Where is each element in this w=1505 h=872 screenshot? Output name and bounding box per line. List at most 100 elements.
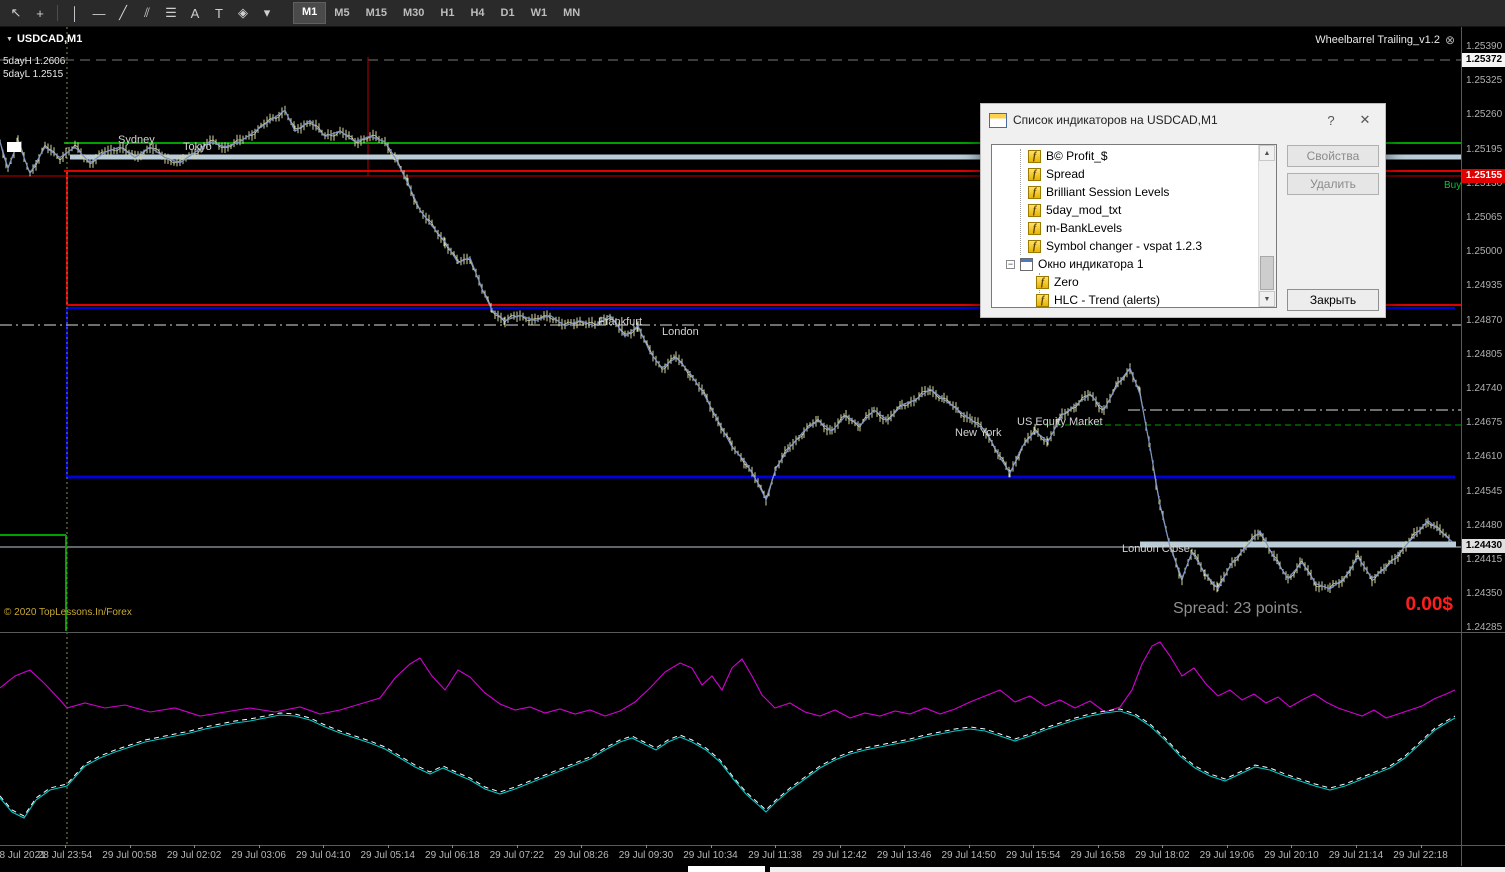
- time-label: 29 Jul 11:38: [748, 850, 802, 861]
- dialog-help-button[interactable]: ?: [1317, 107, 1345, 133]
- indicators-dialog-icon: [989, 112, 1007, 128]
- time-label: 29 Jul 06:18: [425, 850, 480, 861]
- price-label: 1.25065: [1466, 212, 1503, 223]
- pane-separator[interactable]: [0, 632, 1505, 633]
- oscillator-signal-path: [0, 708, 1456, 817]
- time-label: 29 Jul 04:10: [295, 850, 351, 861]
- price-scale[interactable]: 1.25390 1.25325 1.25260 1.25195 1.25130 1.250…: [1461, 27, 1505, 866]
- time-label: 29 Jul 12:42: [812, 850, 867, 861]
- scroll-up-icon[interactable]: ▲: [1259, 145, 1275, 161]
- ea-remove-icon[interactable]: ⊗: [1445, 33, 1455, 47]
- indicator-f-icon: f: [1028, 185, 1041, 199]
- price-label: 1.24935: [1466, 280, 1503, 292]
- price-label: 1.25390: [1466, 41, 1503, 52]
- price-label: 1.24870: [1466, 314, 1503, 326]
- price-label: 1.25000: [1466, 246, 1503, 258]
- time-tick: [194, 845, 196, 848]
- time-tick: [129, 845, 131, 848]
- bottom-window-edge: [688, 866, 765, 872]
- time-label: 29 Jul 21:14: [1328, 850, 1384, 861]
- bottom-window-edge-2: [770, 867, 1505, 872]
- time-label: 29 Jul 20:10: [1264, 850, 1319, 861]
- tree-expander-icon[interactable]: −: [1006, 259, 1015, 269]
- oscillator-cyan-path: [0, 710, 1456, 819]
- indicator-f-icon: f: [1028, 221, 1041, 235]
- dialog-titlebar[interactable]: Список индикаторов на USDCAD,M1 ? ✕: [981, 104, 1385, 136]
- price-label: 1.25325: [1466, 75, 1503, 87]
- time-label: 29 Jul 09:30: [618, 850, 674, 861]
- indicator-item-label: Spread: [1046, 167, 1085, 181]
- time-tick: [775, 845, 777, 848]
- price-label: 1.24415: [1466, 554, 1503, 565]
- time-label: 29 Jul 08:26: [554, 850, 609, 861]
- indicator-item-label: Окно индикатора 1: [1038, 257, 1144, 271]
- indicators-list-dialog: Список индикаторов на USDCAD,M1 ? ✕ f B© …: [980, 103, 1386, 318]
- time-tick: [839, 845, 841, 848]
- list-scrollbar[interactable]: ▲ ▼: [1258, 145, 1276, 307]
- current-price-badge: 1.25155: [1462, 169, 1505, 183]
- time-tick: [1356, 845, 1357, 848]
- indicator-f-icon: f: [1036, 275, 1049, 289]
- time-label: 29 Jul 00:58: [102, 850, 157, 861]
- time-tick: [1162, 845, 1164, 848]
- time-label: 29 Jul 19:06: [1199, 850, 1255, 861]
- price-label: 1.24545: [1466, 485, 1503, 497]
- scroll-thumb[interactable]: [1260, 256, 1274, 290]
- time-label: 29 Jul 16:58: [1070, 850, 1126, 861]
- price-label: 1.24805: [1466, 348, 1503, 360]
- indicator-item-brilliant-session-levels[interactable]: f Brilliant Session Levels: [992, 183, 1259, 201]
- indicator-f-icon: f: [1028, 167, 1041, 181]
- time-tick: [258, 845, 260, 848]
- price-label: 1.24675: [1466, 417, 1503, 429]
- time-axis[interactable]: 28 Jul 202128 Jul 23:5429 Jul 00:5829 Ju…: [0, 845, 1505, 866]
- time-tick: [1291, 845, 1293, 848]
- bank-levels-marker[interactable]: [7, 142, 21, 152]
- time-tick: [710, 845, 712, 848]
- indicator-item-b-profit[interactable]: f B© Profit_$: [992, 147, 1259, 165]
- london-close-price-badge: 1.24430: [1462, 539, 1505, 553]
- mt4-window: ↖ + │ — ╱ ⫽ ☰ A T ◈ ▾ M1 M5 M15 M30 H1 H4 D1 W1 MN ▼ USDCA…: [0, 0, 1505, 872]
- time-label: 29 Jul 07:22: [489, 850, 545, 861]
- indicator-f-icon: f: [1028, 203, 1041, 217]
- dialog-title: Список индикаторов на USDCAD,M1: [1013, 113, 1218, 127]
- indicators-listbox: f B© Profit_$ f Spread f Brilliant Session Le…: [991, 144, 1277, 308]
- time-tick: [1033, 845, 1035, 848]
- time-tick: [516, 845, 518, 848]
- indicator-item-spread[interactable]: f Spread: [992, 165, 1259, 183]
- price-label: 1.24740: [1466, 383, 1503, 394]
- time-label: 29 Jul 05:14: [360, 850, 416, 861]
- time-tick: [452, 845, 454, 848]
- open-price-badge: 1.25372: [1462, 53, 1505, 67]
- price-label: 1.24610: [1466, 451, 1503, 463]
- oscillator-magenta-path: [0, 641, 1456, 719]
- time-tick: [1226, 845, 1228, 848]
- time-tick: [645, 845, 647, 848]
- indicator-item-zero[interactable]: f Zero: [992, 273, 1259, 291]
- time-tick: [323, 845, 325, 848]
- time-label: 29 Jul 03:06: [231, 850, 286, 861]
- indicator-item-m-banklevels[interactable]: f m-BankLevels: [992, 219, 1259, 237]
- price-label: 1.24480: [1466, 519, 1503, 531]
- indicator-item-symbol-changer-vspat-1-2-3[interactable]: f Symbol changer - vspat 1.2.3: [992, 237, 1259, 255]
- indicator-item-окно-индикатора-1[interactable]: − Окно индикатора 1: [992, 255, 1259, 273]
- indicator-item-hlc-trend-alerts[interactable]: f HLC - Trend (alerts): [992, 291, 1259, 307]
- price-label: 1.25260: [1466, 109, 1503, 121]
- time-label: 29 Jul 15:54: [1006, 850, 1061, 861]
- indicator-item-5day-mod-txt[interactable]: f 5day_mod_txt: [992, 201, 1259, 219]
- close-button[interactable]: Закрыть: [1287, 289, 1379, 311]
- indicator-item-label: B© Profit_$: [1046, 149, 1108, 163]
- dialog-close-icon[interactable]: ✕: [1351, 107, 1379, 133]
- indicator-item-label: HLC - Trend (alerts): [1054, 293, 1161, 307]
- scroll-down-icon[interactable]: ▼: [1259, 291, 1275, 307]
- delete-button[interactable]: Удалить: [1287, 173, 1379, 195]
- time-label: 29 Jul 02:02: [166, 850, 222, 861]
- indicators-list: f B© Profit_$ f Spread f Brilliant Session Le…: [992, 147, 1259, 307]
- time-label: 29 Jul 10:34: [683, 850, 738, 861]
- indicator-item-label: m-BankLevels: [1046, 221, 1123, 235]
- indicator-window-icon: [1020, 257, 1033, 271]
- time-label: 29 Jul 18:02: [1135, 850, 1190, 861]
- time-label: 28 Jul 23:54: [37, 850, 93, 861]
- properties-button[interactable]: Свойства: [1287, 145, 1379, 167]
- time-label: 29 Jul 14:50: [941, 850, 996, 861]
- time-tick: [387, 845, 389, 848]
